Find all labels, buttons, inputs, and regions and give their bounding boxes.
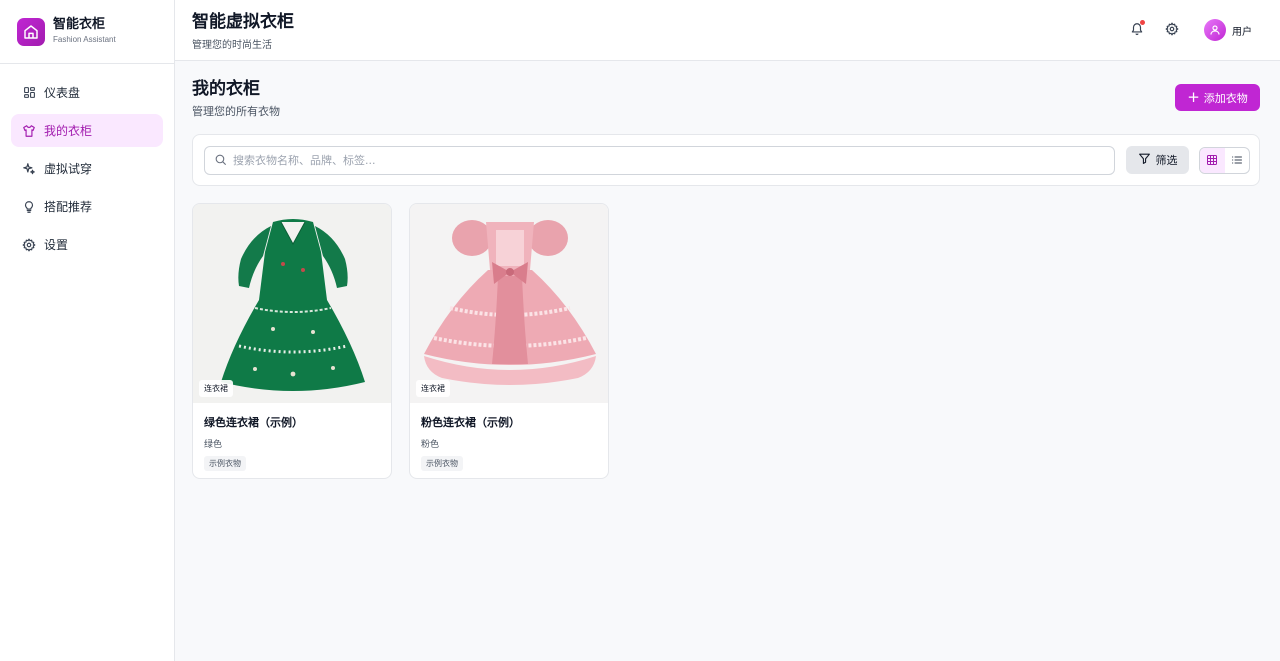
clothing-grid: 连衣裙 绿色连衣裙（示例） 绿色 示例衣物 连衣裙 粉色连衣裙（示例） 粉色 示…: [192, 203, 626, 479]
home-icon: [17, 17, 45, 46]
clothing-name: 绿色连衣裙（示例）: [204, 416, 303, 429]
sidebar-item-wardrobe[interactable]: 我的衣柜: [11, 114, 163, 147]
user-name: 用户: [1232, 26, 1252, 38]
sidebar-item-label: 虚拟试穿: [44, 162, 93, 176]
main-content: 我的衣柜 管理您的所有衣物 + 添加衣物 筛选: [175, 61, 1280, 661]
sidebar: 智能衣柜 Fashion Assistant 仪表盘 我的衣柜 虚拟试穿 搭配推…: [0, 0, 175, 661]
plus-icon: +: [1187, 88, 1200, 106]
notifications-button[interactable]: [1125, 18, 1149, 42]
sparkles-icon: [22, 162, 36, 176]
topbar: 智能虚拟衣柜 管理您的时尚生活 用户: [175, 0, 1280, 61]
clothing-image: 连衣裙: [410, 204, 608, 403]
app-subtitle: 管理您的时尚生活: [192, 40, 272, 51]
clothing-color: 粉色: [421, 440, 440, 450]
page-title: 我的衣柜: [192, 79, 260, 99]
user-menu[interactable]: 用户: [1204, 19, 1252, 41]
clothing-card[interactable]: 连衣裙 粉色连衣裙（示例） 粉色 示例衣物: [409, 203, 609, 479]
settings-button[interactable]: [1160, 18, 1184, 42]
avatar: [1204, 19, 1226, 41]
clothing-color: 绿色: [204, 440, 223, 450]
brand-title: 智能衣柜: [53, 17, 106, 32]
sidebar-item-recommend[interactable]: 搭配推荐: [11, 190, 163, 223]
sidebar-nav: 仪表盘 我的衣柜 虚拟试穿 搭配推荐 设置: [0, 64, 174, 278]
sidebar-item-label: 设置: [44, 238, 69, 252]
dashboard-icon: [22, 86, 36, 100]
sidebar-item-label: 搭配推荐: [44, 200, 93, 214]
gear-icon: [1165, 21, 1179, 40]
clothing-name: 粉色连衣裙（示例）: [421, 416, 520, 429]
clothing-image: 连衣裙: [193, 204, 391, 403]
gear-icon: [22, 238, 36, 252]
sidebar-item-label: 我的衣柜: [44, 124, 93, 138]
view-toggle: [1199, 147, 1250, 174]
top-actions: 用户: [1114, 18, 1252, 42]
clothing-tag: 示例衣物: [421, 456, 463, 471]
category-badge: 连衣裙: [416, 380, 450, 397]
list-icon: [1231, 151, 1243, 170]
search-toolbar: 筛选: [192, 134, 1260, 186]
sidebar-item-settings[interactable]: 设置: [11, 228, 163, 261]
add-clothing-label: 添加衣物: [1203, 91, 1248, 105]
search-box: [204, 146, 1115, 175]
category-badge: 连衣裙: [199, 380, 233, 397]
lightbulb-icon: [22, 200, 36, 214]
shirt-icon: [22, 124, 36, 138]
notification-dot: [1140, 20, 1145, 25]
sidebar-item-try-on[interactable]: 虚拟试穿: [11, 152, 163, 185]
sidebar-item-label: 仪表盘: [44, 86, 81, 100]
filter-button[interactable]: 筛选: [1126, 146, 1189, 174]
grid-icon: [1206, 151, 1218, 170]
filter-icon: [1138, 152, 1156, 168]
app-title: 智能虚拟衣柜: [192, 12, 294, 32]
page-subtitle: 管理您的所有衣物: [192, 105, 280, 118]
clothing-tag: 示例衣物: [204, 456, 246, 471]
brand[interactable]: 智能衣柜 Fashion Assistant: [0, 0, 174, 64]
clothing-card[interactable]: 连衣裙 绿色连衣裙（示例） 绿色 示例衣物: [192, 203, 392, 479]
list-view-button[interactable]: [1225, 148, 1250, 173]
sidebar-item-dashboard[interactable]: 仪表盘: [11, 76, 163, 109]
filter-label: 筛选: [1155, 154, 1178, 167]
search-input[interactable]: [233, 154, 1093, 167]
add-clothing-button[interactable]: + 添加衣物: [1175, 84, 1260, 111]
search-icon: [214, 151, 227, 170]
grid-view-button[interactable]: [1200, 148, 1225, 173]
brand-subtitle: Fashion Assistant: [53, 35, 116, 44]
